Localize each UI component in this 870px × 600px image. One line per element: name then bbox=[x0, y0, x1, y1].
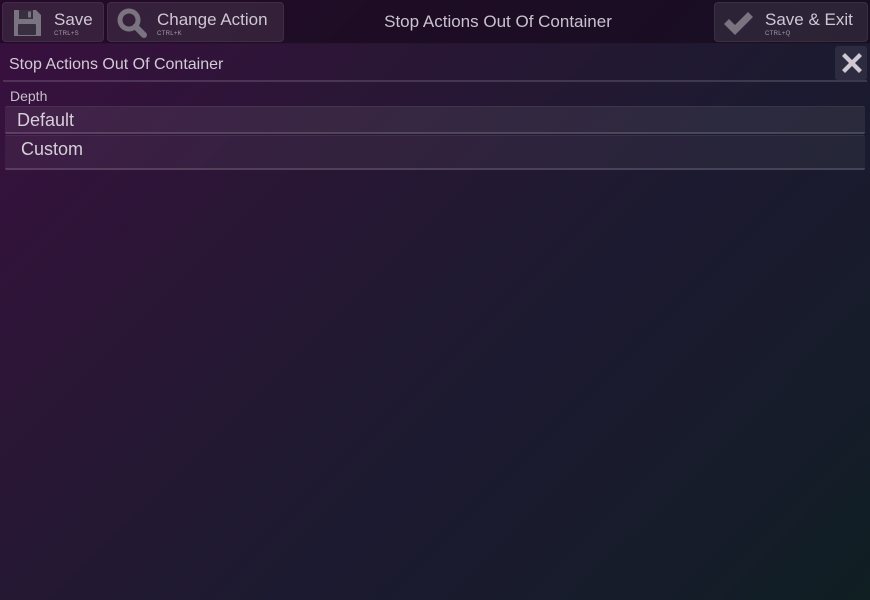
magnifier-icon bbox=[116, 7, 148, 39]
change-action-label: Change Action bbox=[157, 10, 268, 29]
depth-label: Depth bbox=[10, 88, 48, 104]
save-and-exit-label: Save & Exit bbox=[765, 10, 853, 29]
save-and-exit-shortcut: CTRL+Q bbox=[765, 31, 791, 37]
checkmark-icon bbox=[721, 7, 753, 39]
window-title: Stop Actions Out Of Container bbox=[384, 12, 612, 31]
option-custom-label: Custom bbox=[21, 139, 84, 159]
panel-header: Stop Actions Out Of Container bbox=[3, 46, 867, 82]
option-default[interactable]: Default bbox=[5, 106, 865, 134]
floppy-disk-icon bbox=[11, 7, 43, 39]
option-custom[interactable]: Custom bbox=[5, 135, 865, 170]
option-default-label: Default bbox=[17, 110, 75, 130]
top-toolbar: Save CTRL+S Change Action CTRL+K Stop Ac… bbox=[0, 0, 870, 44]
change-action-shortcut: CTRL+K bbox=[157, 31, 182, 37]
close-button[interactable] bbox=[835, 46, 867, 80]
close-icon bbox=[842, 53, 862, 73]
change-action-button[interactable]: Change Action CTRL+K bbox=[107, 2, 284, 42]
save-button[interactable]: Save CTRL+S bbox=[2, 2, 104, 42]
save-label: Save bbox=[54, 10, 93, 29]
panel-title: Stop Actions Out Of Container bbox=[9, 56, 224, 73]
save-shortcut: CTRL+S bbox=[54, 31, 79, 37]
save-and-exit-button[interactable]: Save & Exit CTRL+Q bbox=[714, 2, 868, 42]
